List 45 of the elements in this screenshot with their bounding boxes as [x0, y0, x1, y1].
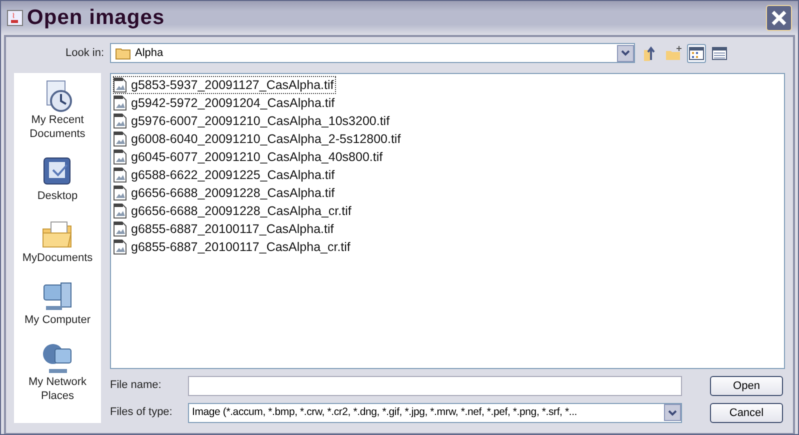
dropdown-button[interactable]	[617, 44, 634, 62]
file-item[interactable]: g6656-6688_20091228_CasAlpha_cr.tif	[113, 202, 354, 220]
file-type-label: Files of type:	[110, 405, 174, 420]
image-file-icon	[113, 239, 127, 255]
image-file-icon	[113, 131, 127, 147]
close-button[interactable]	[766, 5, 792, 31]
look-in-dropdown[interactable]: Alpha	[110, 43, 635, 63]
file-item[interactable]: g6045-6077_20091210_CasAlpha_40s800.tif	[113, 148, 385, 166]
folder-icon	[115, 46, 131, 60]
caret-icon	[621, 50, 630, 56]
cancel-button[interactable]: Cancel	[710, 403, 783, 423]
file-item[interactable]: g6588-6622_20091225_CasAlpha.tif	[113, 166, 337, 184]
file-item[interactable]: g6855-6887_20100117_CasAlpha.tif	[113, 220, 336, 238]
open-button[interactable]: Open	[710, 376, 783, 396]
places-item[interactable]: My Computer	[14, 279, 101, 327]
file-item[interactable]: g5942-5972_20091204_CasAlpha.tif	[113, 94, 337, 112]
image-file-icon	[113, 149, 127, 165]
places-item[interactable]: My Network Places	[14, 341, 101, 403]
file-item[interactable]: g6008-6040_20091210_CasAlpha_2-5s12800.tif	[113, 130, 403, 148]
image-file-icon	[113, 95, 127, 111]
image-file-icon	[113, 185, 127, 201]
places-item[interactable]: My Recent Documents	[14, 79, 101, 141]
new-folder-icon[interactable]	[665, 45, 683, 61]
places-item[interactable]: MyDocuments	[14, 217, 101, 265]
file-name-label: File name:	[110, 378, 162, 394]
file-type-dropdown[interactable]: Image (*.accum, *.bmp, *.crw, *.cr2, *.dng, *.gif, *.jpg, *.mrw, *.nef, *.pef, *.png, *.srf, *...	[188, 402, 682, 422]
look-in-value: Alpha	[135, 46, 164, 61]
dropdown-button[interactable]	[664, 404, 681, 421]
places-item[interactable]: Desktop	[14, 155, 101, 203]
network-computer-icon	[40, 341, 74, 375]
image-file-icon	[113, 77, 127, 93]
file-item[interactable]: g6656-6688_20091228_CasAlpha.tif	[113, 184, 337, 202]
file-item[interactable]: g5853-5937_20091127_CasAlpha.tif	[113, 76, 336, 94]
list-view-button[interactable]	[687, 44, 706, 62]
image-file-icon	[113, 167, 127, 183]
caret-icon	[668, 410, 677, 416]
file-name-field[interactable]	[188, 376, 682, 396]
image-file-icon	[113, 203, 127, 219]
file-item[interactable]: g6855-6887_20100117_CasAlpha_cr.tif	[113, 238, 352, 256]
image-file-icon	[113, 113, 127, 129]
window-title: Open images	[27, 5, 165, 32]
file-item[interactable]: g5976-6007_20091210_CasAlpha_10s3200.tif	[113, 112, 392, 130]
image-file-icon	[113, 221, 127, 237]
look-in-label: Look in:	[64, 46, 105, 61]
close-icon	[770, 9, 788, 27]
